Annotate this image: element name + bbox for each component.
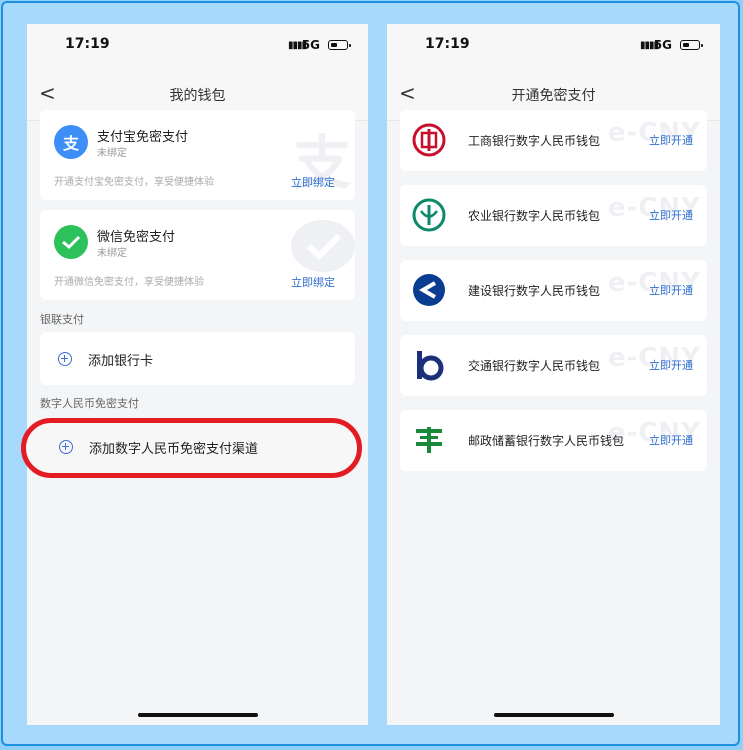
icbc-logo-icon <box>412 123 446 157</box>
screenshot-frame: 17:19 ▮▮▮▮ 5G < 我的钱包 支 支 支付宝免密支付 未绑定 开通支… <box>0 0 743 750</box>
open-now-link[interactable]: 立即开通 <box>649 282 693 298</box>
wechat-watermark <box>291 220 355 272</box>
wechat-title: 微信免密支付 <box>97 230 176 245</box>
open-payment-screen: 17:19 ▮▮▮▮ 5G < 开通免密支付 e-CNY 工商银行数字人民币钱包… <box>387 24 720 725</box>
status-time: 17:19 <box>65 36 110 52</box>
home-indicator <box>137 713 258 717</box>
wechat-bind-link[interactable]: 立即绑定 <box>291 274 335 290</box>
wechat-status: 未绑定 <box>97 248 127 259</box>
battery-icon <box>328 40 351 50</box>
bank-name: 交通银行数字人民币钱包 <box>468 359 601 373</box>
bank-row-bocom[interactable]: e-CNY 交通银行数字人民币钱包 立即开通 <box>400 335 707 396</box>
home-indicator <box>493 713 614 717</box>
status-bar: 17:19 ▮▮▮▮ 5G <box>387 24 720 68</box>
bank-row-ccb[interactable]: e-CNY 建设银行数字人民币钱包 立即开通 <box>400 260 707 321</box>
ccb-logo-icon <box>413 274 445 306</box>
ecny-section-label: 数字人民币免密支付 <box>40 397 139 410</box>
plus-icon <box>59 440 73 454</box>
battery-icon <box>680 40 703 50</box>
alipay-title: 支付宝免密支付 <box>97 130 189 145</box>
wechat-card: 微信免密支付 未绑定 开通微信免密支付，享受便捷体验 立即绑定 <box>40 210 355 300</box>
add-bank-card-row[interactable]: 添加银行卡 <box>40 332 355 385</box>
bank-name: 工商银行数字人民币钱包 <box>468 134 601 148</box>
bank-name: 建设银行数字人民币钱包 <box>468 284 601 298</box>
open-now-link[interactable]: 立即开通 <box>649 357 693 373</box>
plus-icon <box>58 352 72 366</box>
open-now-link[interactable]: 立即开通 <box>649 207 693 223</box>
alipay-icon: 支 <box>54 125 88 159</box>
bank-row-abc[interactable]: e-CNY 农业银行数字人民币钱包 立即开通 <box>400 185 707 246</box>
status-time: 17:19 <box>425 36 470 52</box>
open-now-link[interactable]: 立即开通 <box>649 132 693 148</box>
unionpay-section-label: 银联支付 <box>40 313 84 326</box>
bank-name: 邮政储蓄银行数字人民币钱包 <box>468 434 625 448</box>
wechat-icon <box>54 225 88 259</box>
network-label: 5G <box>653 38 672 52</box>
page-title: 开通免密支付 <box>511 88 596 104</box>
psbc-logo-icon <box>416 427 442 453</box>
bank-row-psbc[interactable]: e-CNY 邮政储蓄银行数字人民币钱包 立即开通 <box>400 410 707 471</box>
status-bar: 17:19 ▮▮▮▮ 5G <box>27 24 368 68</box>
bank-row-icbc[interactable]: e-CNY 工商银行数字人民币钱包 立即开通 <box>400 110 707 171</box>
wallet-screen: 17:19 ▮▮▮▮ 5G < 我的钱包 支 支 支付宝免密支付 未绑定 开通支… <box>27 24 368 725</box>
bank-name: 农业银行数字人民币钱包 <box>468 209 601 223</box>
wechat-desc: 开通微信免密支付，享受便捷体验 <box>54 277 204 288</box>
page-title: 我的钱包 <box>169 88 226 104</box>
alipay-card: 支 支 支付宝免密支付 未绑定 开通支付宝免密支付，享受便捷体验 立即绑定 <box>40 110 355 200</box>
alipay-status: 未绑定 <box>97 148 127 159</box>
open-now-link[interactable]: 立即开通 <box>649 432 693 448</box>
network-label: 5G <box>301 38 320 52</box>
abc-logo-icon <box>412 198 446 232</box>
bocom-logo-icon <box>417 351 444 381</box>
add-bank-card-label: 添加银行卡 <box>88 354 154 369</box>
alipay-desc: 开通支付宝免密支付，享受便捷体验 <box>54 177 214 188</box>
add-ecny-channel-button[interactable]: 添加数字人民币免密支付渠道 <box>21 418 362 478</box>
alipay-bind-link[interactable]: 立即绑定 <box>291 174 335 190</box>
add-ecny-channel-label: 添加数字人民币免密支付渠道 <box>89 442 259 457</box>
